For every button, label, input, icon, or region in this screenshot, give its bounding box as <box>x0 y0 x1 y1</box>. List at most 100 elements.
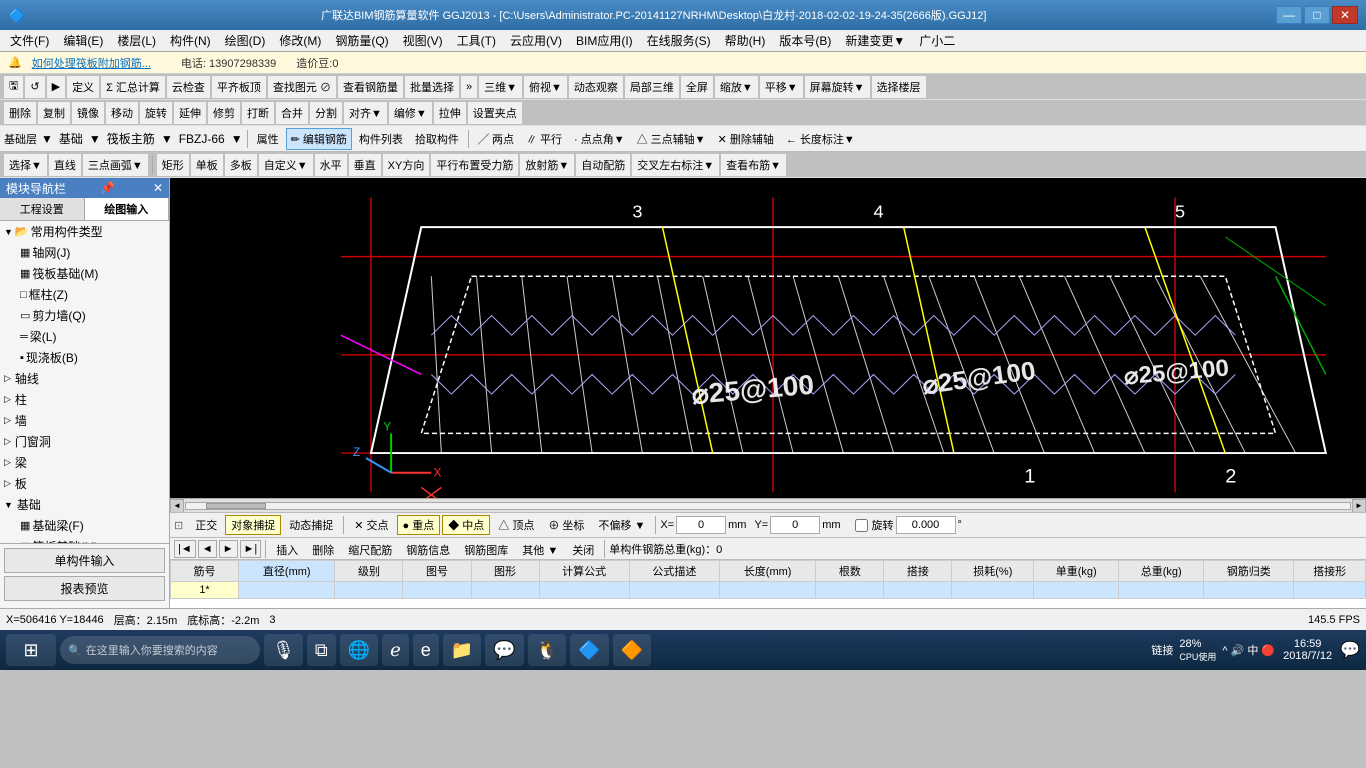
toolbar3-btn-7[interactable]: 自定义▼ <box>259 154 313 176</box>
toolbar3-btn-9[interactable]: 垂直 <box>349 154 381 176</box>
rebar-library-button[interactable]: 钢筋图库 <box>458 540 514 558</box>
tree-node-raft[interactable]: ▦ 筏板基础(M) <box>0 263 169 284</box>
nav-prev-button[interactable]: ◄ <box>198 540 217 558</box>
single-component-input-button[interactable]: 单构件输入 <box>4 548 165 573</box>
toolbar2-btn-4[interactable]: 旋转 <box>140 102 172 124</box>
taskbar-app-edge[interactable]: 🌐 <box>340 634 378 666</box>
taskbar-app-qq[interactable]: 🐧 <box>528 634 566 666</box>
toolbar1-btn-10[interactable]: » <box>461 76 477 98</box>
tree-node-foundation[interactable]: ▼ 基础 <box>0 494 169 515</box>
property-button[interactable]: 属性 <box>252 128 284 150</box>
toolbar2-btn-8[interactable]: 合并 <box>276 102 308 124</box>
endpoint-snap-button[interactable]: ● 重点 <box>397 515 441 535</box>
taskbar-app-ie2[interactable]: e <box>413 634 439 666</box>
toolbar1-btn-7[interactable]: 查找图元 ⊘ <box>268 76 336 98</box>
toolbar2-btn-2[interactable]: 镜像 <box>72 102 104 124</box>
pick-component-button[interactable]: 拾取构件 <box>410 128 464 150</box>
y-coord-input[interactable] <box>770 516 820 534</box>
tree-node-axis[interactable]: ▦ 轴网(J) <box>0 242 169 263</box>
toolbar3-btn-1[interactable]: 直线 <box>49 154 81 176</box>
menu-item-t[interactable]: 工具(T) <box>451 30 502 51</box>
taskbar-app-wechat[interactable]: 💬 <box>485 634 523 666</box>
close-table-button[interactable]: 关闭 <box>566 540 600 558</box>
scroll-thumb[interactable] <box>206 503 266 509</box>
vertex-snap-button[interactable]: △ 顶点 <box>492 515 540 535</box>
toolbar3-btn-10[interactable]: XY方向 <box>383 154 430 176</box>
scroll-left-arrow[interactable]: ◄ <box>170 499 184 513</box>
toolbar1-btn-16[interactable]: 缩放▼ <box>715 76 758 98</box>
cell-formula[interactable] <box>539 582 629 599</box>
toolbar1-btn-6[interactable]: 平齐板顶 <box>212 76 266 98</box>
menu-item-[interactable]: 广小二 <box>913 30 961 51</box>
toolbar3-btn-14[interactable]: 交叉左右标注▼ <box>632 154 719 176</box>
insert-row-button[interactable]: 插入 <box>270 540 304 558</box>
tab-project-settings[interactable]: 工程设置 <box>0 198 85 220</box>
tree-node-fbeam[interactable]: ▦ 基础梁(F) <box>0 515 169 536</box>
menu-item-[interactable]: 新建变更▼ <box>839 30 911 51</box>
toolbar1-btn-18[interactable]: 屏幕旋转▼ <box>805 76 870 98</box>
point-angle-button[interactable]: · 点点角▼ <box>569 128 630 150</box>
tree-node-shearwall[interactable]: ▭ 剪力墙(Q) <box>0 305 169 326</box>
tree-node-slab2[interactable]: ▷ 板 <box>0 473 169 494</box>
toolbar1-btn-12[interactable]: 俯视▼ <box>524 76 567 98</box>
toolbar2-btn-13[interactable]: 设置夹点 <box>468 102 522 124</box>
no-offset-button[interactable]: 不偏移 ▼ <box>592 515 651 535</box>
toolbar1-btn-15[interactable]: 全屏 <box>681 76 713 98</box>
tree-node-slab[interactable]: ▪ 现浇板(B) <box>0 347 169 368</box>
menu-item-f[interactable]: 文件(F) <box>4 30 55 51</box>
left-panel-close-icon[interactable]: ✕ <box>153 181 163 195</box>
nav-first-button[interactable]: |◄ <box>174 540 196 558</box>
two-point-button[interactable]: ╱ 两点 <box>473 128 519 150</box>
menu-item-bimi[interactable]: BIM应用(I) <box>570 30 639 51</box>
coord-snap-button[interactable]: ⊕ 坐标 <box>542 515 590 535</box>
toolbar3-btn-0[interactable]: 选择▼ <box>4 154 47 176</box>
nav-last-button[interactable]: ►| <box>240 540 262 558</box>
cad-viewport[interactable]: ⌀25@100 ⌀25@100 ⌀25@100 3 4 5 1 2 X Y Z <box>170 178 1366 512</box>
canvas-scrollbar[interactable]: ◄ ► <box>170 498 1366 512</box>
toolbar1-btn-17[interactable]: 平移▼ <box>760 76 803 98</box>
rebar-info-button[interactable]: 钢筋信息 <box>400 540 456 558</box>
toolbar1-btn-13[interactable]: 动态观察 <box>569 76 623 98</box>
menu-item-e[interactable]: 编辑(E) <box>57 30 109 51</box>
taskbar-app-app2[interactable]: 🔶 <box>613 634 651 666</box>
three-point-axis-button[interactable]: △ 三点辅轴▼ <box>632 128 711 150</box>
toolbar1-btn-8[interactable]: 查看钢筋量 <box>338 76 403 98</box>
length-mark-button[interactable]: ← 长度标注▼ <box>781 128 860 150</box>
toolbar2-btn-10[interactable]: 对齐▼ <box>344 102 387 124</box>
menu-item-v[interactable]: 云应用(V) <box>504 30 568 51</box>
left-panel-pin-icon[interactable]: 📌 <box>100 181 115 195</box>
taskbar-app-cortana[interactable]: 🎙 <box>264 634 303 666</box>
x-coord-input[interactable] <box>676 516 726 534</box>
toolbar3-btn-2[interactable]: 三点画弧▼ <box>83 154 148 176</box>
scroll-track[interactable] <box>185 502 1351 510</box>
tree-node-door[interactable]: ▷ 门窗洞 <box>0 431 169 452</box>
scale-rebar-button[interactable]: 缩尺配筋 <box>342 540 398 558</box>
menu-item-l[interactable]: 楼层(L) <box>111 30 162 51</box>
table-row[interactable]: 1* <box>171 582 1366 599</box>
tree-node-raftfound[interactable]: ▦ 筏板基础(M) <box>0 536 169 543</box>
canvas-area[interactable]: 钢筋显示控制面板 底筋 显示其它图元 显示详细公式 <box>170 178 1366 512</box>
menu-item-h[interactable]: 帮助(H) <box>719 30 772 51</box>
toolbar2-btn-5[interactable]: 延伸 <box>174 102 206 124</box>
other-button[interactable]: 其他 ▼ <box>516 540 564 558</box>
report-preview-button[interactable]: 报表预览 <box>4 576 165 601</box>
edit-rebar-button[interactable]: ✏ 编辑钢筋 <box>286 128 352 150</box>
delete-row-button[interactable]: 删除 <box>306 540 340 558</box>
toolbar1-btn-3[interactable]: 定义 <box>67 76 99 98</box>
toolbar3-btn-12[interactable]: 放射筋▼ <box>520 154 574 176</box>
toolbar1-btn-5[interactable]: 云检查 <box>167 76 210 98</box>
toolbar1-btn-2[interactable]: ▶ <box>47 76 65 98</box>
component-list-button[interactable]: 构件列表 <box>354 128 408 150</box>
menu-item-s[interactable]: 在线服务(S) <box>641 30 717 51</box>
toolbar1-btn-1[interactable]: ↺ <box>25 76 44 98</box>
start-button[interactable]: ⊞ <box>6 634 56 666</box>
taskbar-app-taskview[interactable]: ⧉ <box>307 634 336 666</box>
minimize-button[interactable]: — <box>1276 6 1302 24</box>
toolbar2-btn-1[interactable]: 复制 <box>38 102 70 124</box>
toolbar3-btn-8[interactable]: 水平 <box>315 154 347 176</box>
cell-grade[interactable] <box>335 582 403 599</box>
toolbar2-btn-3[interactable]: 移动 <box>106 102 138 124</box>
taskbar-app-explorer[interactable]: 📁 <box>443 634 481 666</box>
tree-node-col[interactable]: □ 框柱(Z) <box>0 284 169 305</box>
toolbar3-btn-15[interactable]: 查看布筋▼ <box>721 154 786 176</box>
